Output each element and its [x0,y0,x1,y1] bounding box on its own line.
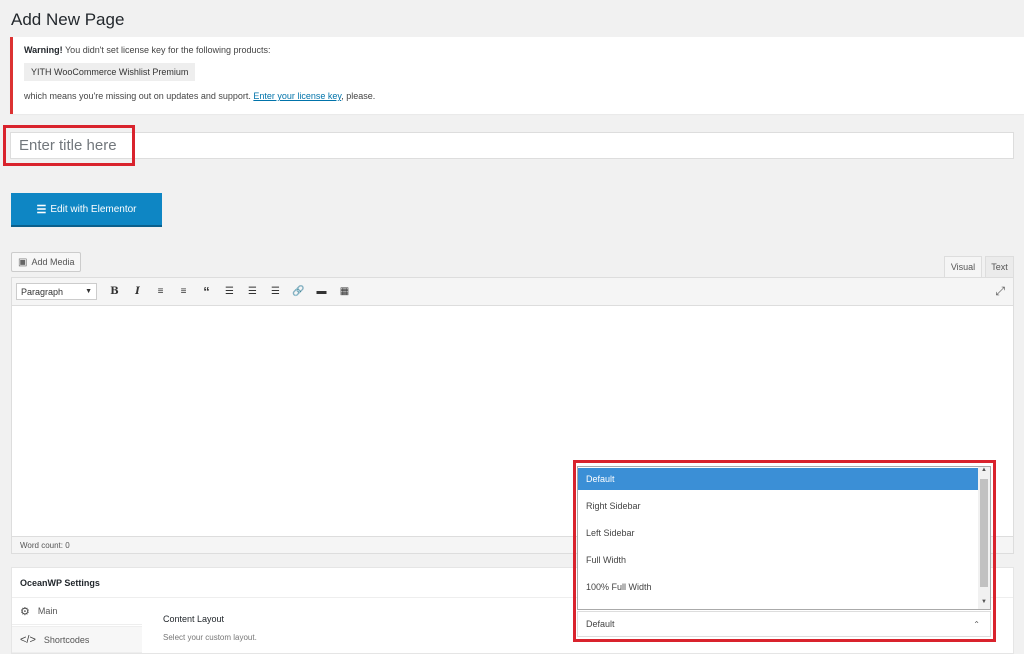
content-layout-dropdown-list: Default Right Sidebar Left Sidebar Full … [577,466,991,610]
dropdown-option-right-sidebar[interactable]: Right Sidebar [578,495,980,517]
blockquote-icon[interactable]: “ [195,284,218,299]
tab-visual[interactable]: Visual [944,256,982,277]
gear-icon: ⚙ [20,605,30,618]
align-left-icon[interactable]: ☰ [218,286,241,297]
italic-icon[interactable]: I [126,286,149,297]
notice-product-badge: YITH WooCommerce Wishlist Premium [24,63,196,81]
page-scrollbar[interactable] [1015,568,1024,654]
page-title: Add New Page [11,10,125,29]
tab-text[interactable]: Text [985,256,1014,277]
elementor-icon: ☰ [36,203,47,216]
oceanwp-tab-main-label: Main [37,606,58,616]
chevron-down-icon: ▼ [85,288,92,295]
notice-missing-line: which means you're missing out on update… [24,91,1024,101]
edit-with-elementor-label: Edit with Elementor [50,203,137,215]
content-layout-select[interactable]: Default ⌃ [577,611,991,637]
add-media-icon: ▣ [18,256,28,268]
chevron-up-icon: ⌃ [973,619,980,629]
bullet-list-icon[interactable]: ≡ [149,286,172,297]
content-layout-label: Content Layout [163,614,225,624]
scroll-down-icon[interactable]: ▼ [978,599,990,609]
link-icon[interactable]: 🔗 [287,286,310,297]
paragraph-format-select[interactable]: Paragraph ▼ [16,283,97,300]
dropdown-option-default[interactable]: Default [578,468,980,490]
notice-warning-line: Warning! You didn't set license key for … [24,45,1024,55]
title-input[interactable] [11,133,1013,158]
enter-license-key-link[interactable]: Enter your license key [253,91,341,101]
add-media-button[interactable]: ▣ Add Media [11,252,82,272]
edit-with-elementor-button[interactable]: ☰ Edit with Elementor [11,193,162,227]
fullscreen-icon[interactable]: ⤢ [995,284,1005,299]
title-field-wrapper [10,132,1014,159]
bold-icon[interactable]: B [103,286,126,297]
oceanwp-settings-title: OceanWP Settings [20,578,100,588]
dropdown-scrollbar[interactable]: ▲ ▼ [978,467,990,609]
content-layout-select-value: Default [586,619,615,629]
scroll-up-icon[interactable]: ▲ [978,467,990,477]
oceanwp-tab-main[interactable]: ⚙ Main [12,598,142,625]
notice-warning-label: Warning! [24,45,63,55]
numbered-list-icon[interactable]: ≡ [172,286,195,297]
content-layout-description: Select your custom layout. [163,633,257,642]
code-icon: </> [20,633,36,646]
add-media-label: Add Media [31,257,75,267]
paragraph-format-value: Paragraph [21,286,64,297]
dropdown-scroll-thumb[interactable] [980,479,988,587]
notice-warning-text: You didn't set license key for the follo… [62,45,271,55]
read-more-icon[interactable]: ▬ [310,286,333,297]
notice-please-text: , please. [341,91,376,101]
oceanwp-tab-shortcodes-label: Shortcodes [43,634,90,645]
dropdown-option-100-full-width[interactable]: 100% Full Width [578,576,980,598]
dropdown-option-full-width[interactable]: Full Width [578,549,980,571]
toolbar-toggle-icon[interactable]: ▦ [333,286,356,297]
align-right-icon[interactable]: ☰ [264,286,287,297]
license-warning-notice: Warning! You didn't set license key for … [10,37,1024,114]
editor-toolbar: Paragraph ▼ B I ≡ ≡ “ ☰ ☰ ☰ 🔗 ▬ ▦ ⤢ [11,277,1014,306]
notice-missing-text: which means you're missing out on update… [24,91,254,101]
dropdown-option-left-sidebar[interactable]: Left Sidebar [578,522,980,544]
word-count: Word count: 0 [20,541,70,550]
align-center-icon[interactable]: ☰ [241,286,264,297]
oceanwp-tab-shortcodes[interactable]: </> Shortcodes [12,626,142,653]
